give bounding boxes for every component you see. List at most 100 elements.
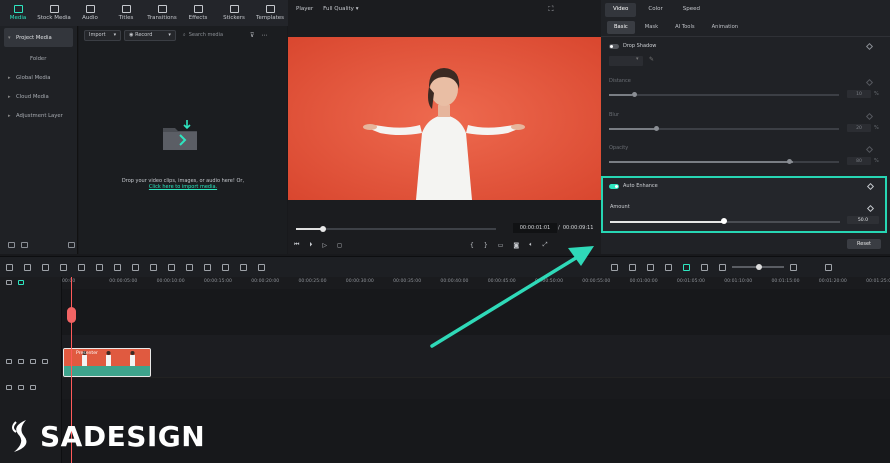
step-back-icon[interactable]: ⏮ (294, 241, 299, 249)
speaker-icon[interactable] (30, 385, 36, 390)
eyedropper-icon[interactable]: ✎ (649, 56, 654, 63)
play-frame-icon[interactable]: ⏵ (309, 241, 312, 249)
stop-icon[interactable]: ◻ (337, 242, 342, 249)
rotate-icon[interactable] (168, 263, 175, 271)
player-scrubber[interactable] (296, 226, 496, 232)
eye-icon[interactable] (42, 359, 48, 364)
blur-value[interactable]: 20 (847, 124, 871, 132)
zoom-out-icon[interactable] (719, 263, 726, 271)
sidebar-item-cloud-media[interactable]: ▸ Cloud Media (0, 87, 77, 106)
split-icon[interactable] (78, 263, 85, 271)
redo-icon[interactable] (42, 263, 49, 271)
distance-slider[interactable] (609, 94, 839, 96)
zoom-slider[interactable] (732, 264, 784, 270)
text-icon[interactable] (150, 263, 157, 271)
search-input[interactable]: ⌕ Search media (183, 32, 223, 38)
marker-icon[interactable] (701, 263, 708, 271)
folder-icon[interactable] (18, 385, 24, 390)
toolbar-transitions[interactable]: Transitions (144, 0, 180, 26)
snapshot-icon[interactable]: ⛶ (548, 5, 553, 14)
reset-button[interactable]: Reset (847, 239, 881, 249)
toolbar-audio[interactable]: Audio (72, 0, 108, 26)
more-icon[interactable]: ⋯ (261, 32, 267, 39)
crop-icon[interactable] (132, 263, 139, 271)
toolbar-titles[interactable]: Titles (108, 0, 144, 26)
snap-icon[interactable] (683, 263, 690, 271)
amount-value[interactable]: 50.0 (847, 216, 879, 224)
zoom-in-icon[interactable] (790, 263, 797, 271)
shadow-type-dropdown[interactable]: ▾ (609, 56, 643, 66)
folder-icon[interactable] (18, 359, 24, 364)
playhead-handle[interactable] (67, 307, 76, 323)
toolbar-stock-media[interactable]: Stock Media (36, 0, 72, 26)
record-dropdown[interactable]: ◉ Record ▾ (124, 29, 176, 41)
sidebar-item-adjustment-layer[interactable]: ▸ Adjustment Layer (0, 106, 77, 125)
amount-slider-handle[interactable] (721, 218, 727, 224)
effect-icon[interactable] (240, 263, 247, 271)
disable-icon[interactable] (114, 263, 121, 271)
blur-slider[interactable] (609, 128, 839, 130)
opacity-slider-handle[interactable] (787, 159, 792, 164)
video-clip[interactable]: Presenter (63, 348, 151, 377)
keyframe-icon[interactable] (865, 145, 874, 154)
grid-icon[interactable] (6, 263, 13, 271)
subtab-basic[interactable]: Basic (607, 21, 635, 34)
speaker-icon[interactable] (30, 359, 36, 364)
speed-icon[interactable] (204, 263, 211, 271)
layers-icon[interactable] (665, 263, 672, 271)
subtab-ai-tools[interactable]: AI Tools (668, 21, 702, 34)
scrubber-handle[interactable] (320, 226, 326, 232)
mark-in-icon[interactable]: { (470, 242, 474, 249)
camera-icon[interactable]: ◙ (513, 242, 519, 249)
mask-icon[interactable] (222, 263, 229, 271)
keyframe-icon[interactable] (865, 42, 874, 51)
color-icon[interactable] (186, 263, 193, 271)
import-media-link[interactable]: Click here to import media. (79, 184, 287, 190)
opacity-value[interactable]: 80 (847, 157, 871, 165)
tab-speed[interactable]: Speed (675, 3, 708, 17)
keyframe-tool-icon[interactable] (258, 263, 265, 271)
drop-shadow-toggle[interactable] (609, 43, 619, 49)
render-icon[interactable] (611, 263, 618, 271)
tab-color[interactable]: Color (640, 3, 670, 17)
keyframe-icon[interactable] (866, 182, 875, 191)
sidebar-item-project-media[interactable]: ▾ Project Media (4, 28, 73, 47)
mark-out-icon[interactable]: } (484, 242, 488, 249)
sidebar-item-global-media[interactable]: ▸ Global Media (0, 68, 77, 87)
keyframe-icon[interactable] (865, 112, 874, 121)
sidebar-item-folder[interactable]: Folder (0, 49, 77, 68)
keyframe-icon[interactable] (865, 78, 874, 87)
keyframe-icon[interactable] (866, 204, 875, 213)
toolbar-templates[interactable]: Templates (252, 0, 288, 26)
import-dropdown[interactable]: Import ▾ (84, 29, 122, 41)
video-preview[interactable] (288, 37, 601, 200)
timeline-ruler[interactable]: 00:00 00:00:05:00 00:00:10:00 00:00:15:00 00… (62, 277, 890, 289)
folder-icon[interactable] (21, 242, 28, 248)
link-icon[interactable] (18, 280, 24, 285)
fullscreen-icon[interactable]: ⤢ (543, 241, 548, 249)
display-icon[interactable]: ▭ (498, 242, 504, 249)
undo-icon[interactable] (24, 263, 31, 271)
mic-icon[interactable] (647, 263, 654, 271)
filter-icon[interactable]: ⊽ (250, 32, 254, 39)
quality-dropdown[interactable]: Full Quality ▾ (323, 6, 358, 12)
new-folder-icon[interactable] (8, 242, 15, 248)
delete-icon[interactable] (60, 263, 67, 271)
trim-icon[interactable] (96, 263, 103, 271)
distance-value[interactable]: 10 (847, 90, 871, 98)
add-track-icon[interactable] (6, 280, 12, 285)
import-folder-icon[interactable] (161, 118, 199, 152)
toolbar-effects[interactable]: Effects (180, 0, 216, 26)
tab-video[interactable]: Video (605, 3, 637, 17)
blur-slider-handle[interactable] (654, 126, 659, 131)
collapse-icon[interactable] (68, 242, 75, 248)
toolbar-stickers[interactable]: Stickers (216, 0, 252, 26)
play-icon[interactable]: ▷ (322, 242, 327, 249)
toolbar-media[interactable]: Media (0, 0, 36, 26)
distance-slider-handle[interactable] (632, 92, 637, 97)
shield-icon[interactable] (629, 263, 636, 271)
auto-enhance-toggle[interactable] (609, 183, 619, 189)
opacity-slider[interactable] (609, 161, 839, 163)
subtab-animation[interactable]: Animation (705, 21, 745, 34)
subtab-mask[interactable]: Mask (638, 21, 665, 34)
